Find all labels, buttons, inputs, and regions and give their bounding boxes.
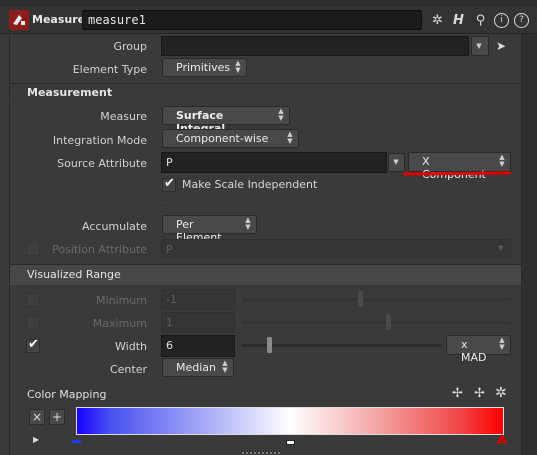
center-menu[interactable]: Median ▲ ▼ xyxy=(162,358,234,377)
measurement-section-title: Measurement xyxy=(27,86,113,99)
ramp-insert-icon[interactable]: ✢ xyxy=(474,386,485,401)
maximum-slider-track[interactable] xyxy=(242,321,511,324)
maximum-field[interactable]: 1 xyxy=(161,312,235,333)
center-value: Median xyxy=(176,361,217,374)
ramp-key-mid[interactable] xyxy=(286,440,295,445)
width-slider-thumb[interactable] xyxy=(267,337,272,353)
gear-icon[interactable]: ✲ xyxy=(430,13,445,28)
group-label: Group xyxy=(113,40,148,53)
ramp-key-end[interactable] xyxy=(496,434,508,443)
separator xyxy=(162,205,512,206)
width-unit-value: x MAD xyxy=(461,338,487,364)
updown-arrow-icon: ▲ ▼ xyxy=(499,153,505,168)
ramp-key-start[interactable] xyxy=(72,440,81,443)
parameter-header: Measure measure1 ✲ H ⚲ i ? xyxy=(0,6,537,34)
source-attribute-dropdown[interactable]: ▼ xyxy=(388,153,405,172)
measure-label: Measure xyxy=(100,110,147,123)
measure-node-icon[interactable] xyxy=(9,10,29,30)
component-value: X Component xyxy=(422,155,486,181)
group-dropdown[interactable]: ▼ xyxy=(471,36,489,56)
updown-arrow-icon: ▲ ▼ xyxy=(287,130,293,145)
color-mapping-label: Color Mapping xyxy=(27,388,107,401)
make-scale-independent-checkbox[interactable]: ✔ xyxy=(162,176,176,192)
updown-arrow-icon: ▲ ▼ xyxy=(278,107,284,122)
checkmark-icon: ✔ xyxy=(164,176,175,191)
element-type-value: Primitives xyxy=(176,61,231,74)
updown-arrow-icon: ▲ ▼ xyxy=(222,359,228,374)
minimum-slider-track[interactable] xyxy=(242,298,511,301)
section-divider xyxy=(10,83,521,84)
section-divider xyxy=(10,101,521,102)
minimum-field[interactable]: -1 xyxy=(161,289,235,310)
checkmark-icon: ✔ xyxy=(28,337,39,352)
updown-arrow-icon: ▲ ▼ xyxy=(235,59,241,74)
resize-grip[interactable] xyxy=(242,452,282,454)
search-icon[interactable]: ⚲ xyxy=(473,13,488,28)
position-attribute-label: Position Attribute xyxy=(52,243,147,256)
ramp-move-icon[interactable]: ✢ xyxy=(452,386,463,401)
position-attribute-checkbox[interactable] xyxy=(26,242,40,256)
element-type-label: Element Type xyxy=(72,63,147,76)
help-icon[interactable]: ? xyxy=(514,13,529,28)
dropdown-arrow-icon: ▼ xyxy=(498,244,504,252)
maximum-checkbox[interactable] xyxy=(26,316,40,330)
width-unit-menu[interactable]: x MAD ▲ ▼ xyxy=(446,335,511,364)
minimum-slider-thumb[interactable] xyxy=(358,291,363,307)
node-name-field[interactable]: measure1 xyxy=(82,10,422,30)
minimum-label: Minimum xyxy=(96,294,147,307)
expand-arrow-icon[interactable]: ▶ xyxy=(33,435,39,444)
ramp-gear-icon[interactable]: ✲ xyxy=(495,385,507,401)
integration-mode-value: Component-wise xyxy=(176,132,269,145)
updown-arrow-icon: ▲ ▼ xyxy=(245,216,251,231)
accumulate-menu[interactable]: Per Element ▲ ▼ xyxy=(162,215,257,244)
maximum-label: Maximum xyxy=(92,317,147,330)
scrollbar[interactable] xyxy=(522,34,537,455)
maximum-slider-thumb[interactable] xyxy=(386,314,391,330)
integration-mode-menu[interactable]: Component-wise ▲ ▼ xyxy=(162,129,299,148)
make-scale-independent-label: Make Scale Independent xyxy=(182,178,318,191)
ramp-remove-key-button[interactable]: × xyxy=(29,409,45,425)
width-slider-track[interactable] xyxy=(242,344,442,347)
width-checkbox[interactable]: ✔ xyxy=(26,337,40,353)
width-label: Width xyxy=(115,340,147,353)
accumulate-label: Accumulate xyxy=(82,220,147,233)
minimum-checkbox[interactable] xyxy=(26,293,40,307)
select-arrow-icon[interactable]: ➤ xyxy=(496,39,506,53)
ramp-add-key-button[interactable]: + xyxy=(49,409,65,425)
center-label: Center xyxy=(109,363,147,376)
visualized-range-section-title: Visualized Range xyxy=(27,268,121,281)
component-menu[interactable]: X Component ▲▼ xyxy=(408,152,511,181)
integration-mode-label: Integration Mode xyxy=(52,134,147,147)
updown-arrow-icon: ▲ ▼ xyxy=(499,336,505,351)
info-icon[interactable]: i xyxy=(494,13,509,28)
source-attribute-field[interactable]: P xyxy=(161,152,387,173)
node-type-label: Measure xyxy=(32,13,86,26)
help-h-icon[interactable]: H xyxy=(451,13,466,28)
group-field[interactable] xyxy=(161,36,469,56)
measure-menu[interactable]: Surface Integral ▲▼ xyxy=(162,106,290,135)
width-field[interactable]: 6 xyxy=(161,335,235,357)
position-attribute-field[interactable]: P xyxy=(161,239,511,258)
color-ramp[interactable] xyxy=(76,407,504,435)
red-annotation-underline xyxy=(402,171,512,176)
source-attribute-label: Source Attribute xyxy=(57,157,147,170)
element-type-menu[interactable]: Primitives ▲ ▼ xyxy=(162,58,247,77)
